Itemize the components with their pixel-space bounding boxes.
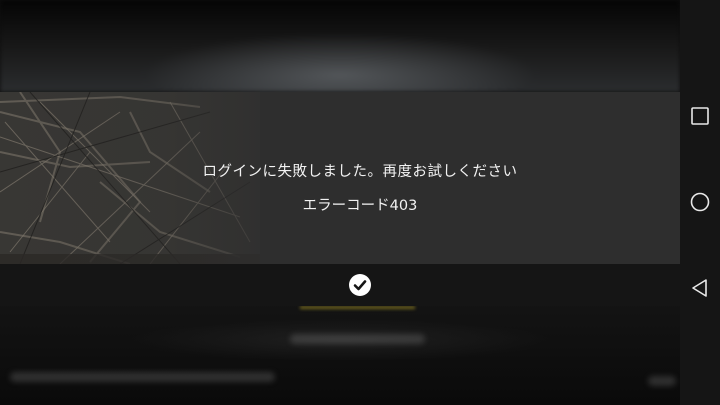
recent-apps-button[interactable] [688,104,712,128]
circle-icon [690,192,710,212]
confirm-button[interactable] [349,274,371,296]
error-message: ログインに失敗しました。再度お試しください [202,164,518,180]
check-circle-icon [353,280,367,291]
blurred-accent-line [300,306,415,309]
square-icon [691,107,709,125]
blurred-text [10,372,275,382]
home-button[interactable] [688,190,712,214]
triangle-back-icon [692,279,707,297]
back-button[interactable] [688,276,712,300]
app-screen: ログインに失敗しました。再度お試しください エラーコード403 [0,0,720,405]
navigation-bar [680,0,720,405]
blurred-text [290,334,425,344]
blurred-text [648,376,676,386]
blurred-background-bottom [0,300,680,405]
blurred-background-top [0,0,680,92]
error-dialog: ログインに失敗しました。再度お試しください エラーコード403 [0,92,680,264]
error-code: エラーコード403 [302,198,418,214]
dialog-footer [0,264,680,306]
